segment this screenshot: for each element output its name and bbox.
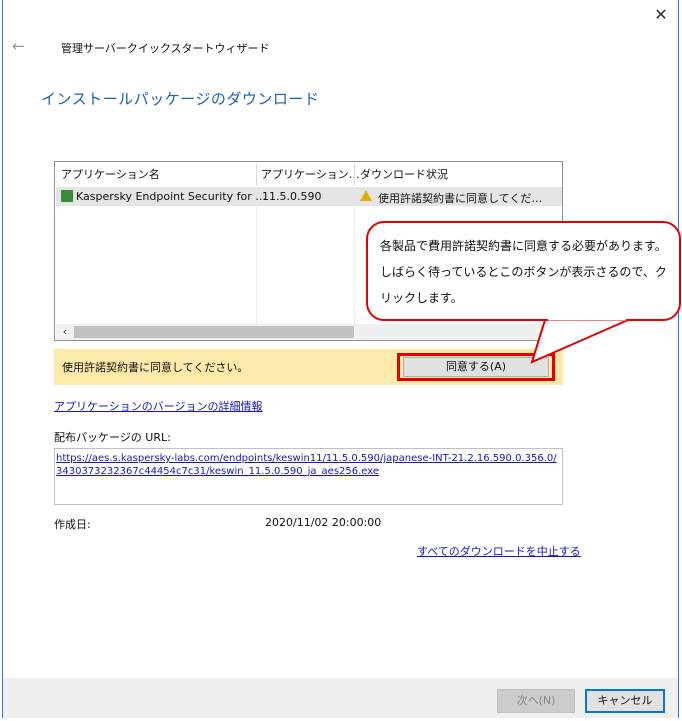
close-icon[interactable]: ✕ (652, 6, 670, 24)
column-separator[interactable] (256, 164, 257, 186)
wizard-footer (3, 678, 678, 718)
url-label: 配布パッケージの URL: (54, 431, 171, 444)
scrollbar-thumb[interactable] (74, 326, 354, 338)
back-arrow-icon[interactable]: ← (12, 37, 25, 55)
column-divider (354, 206, 355, 324)
column-header-app-version[interactable]: アプリケーション… (261, 166, 360, 182)
cancel-button[interactable]: キャンセル (585, 689, 665, 713)
horizontal-scrollbar[interactable]: ‹ (56, 324, 562, 340)
page-title: インストールパッケージのダウンロード (41, 90, 320, 108)
url-text-line2[interactable]: 3430373232367c44454c7c31/keswin_11.5.0.5… (56, 466, 379, 477)
url-field[interactable]: https://aes.s.kaspersky-labs.com/endpoin… (54, 448, 563, 505)
warning-icon (360, 190, 372, 201)
created-date-label: 作成日: (54, 518, 91, 531)
app-name-cell: Kaspersky Endpoint Security for … (76, 190, 267, 203)
column-divider (256, 206, 257, 324)
scroll-left-icon[interactable]: ‹ (58, 324, 72, 340)
column-header-download-status[interactable]: ダウンロード状況 (360, 166, 448, 182)
table-row[interactable]: Kaspersky Endpoint Security for … 11.5.0… (56, 187, 562, 206)
download-status-cell: 使用許諾契約書に同意してくだ… (378, 192, 543, 205)
license-notice-text: 使用許諾契約書に同意してください。 (62, 361, 249, 374)
column-separator[interactable] (354, 164, 355, 186)
callout-annotation: 各製品で費用許諾契約書に同意する必要があります。しばらく待っているとこのボタンが… (366, 221, 681, 321)
app-version-cell: 11.5.0.590 (262, 190, 322, 203)
column-header-app-name[interactable]: アプリケーション名 (61, 166, 160, 182)
callout-text: 各製品で費用許諾契約書に同意する必要があります。しばらく待っているとこのボタンが… (380, 239, 667, 305)
next-button[interactable]: 次へ(N) (497, 689, 575, 713)
kaspersky-icon (61, 190, 73, 202)
url-text-line1[interactable]: https://aes.s.kaspersky-labs.com/endpoin… (56, 453, 557, 464)
agree-button[interactable]: 同意する(A) (403, 357, 549, 377)
cancel-all-downloads-link[interactable]: すべてのダウンロードを中止する (417, 543, 581, 559)
version-details-link[interactable]: アプリケーションのバージョンの詳細情報 (54, 398, 263, 414)
created-date-value: 2020/11/02 20:00:00 (265, 516, 382, 529)
wizard-title: 管理サーバークイックスタートウィザード (61, 42, 270, 55)
